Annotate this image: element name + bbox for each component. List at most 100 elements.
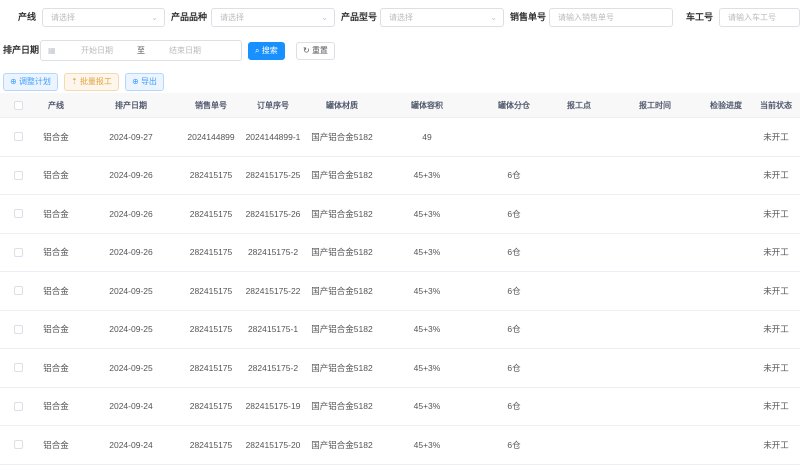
cell-status: 未开工	[763, 362, 789, 373]
cell-date: 2024-09-24	[109, 439, 153, 450]
cell-compartment: 6仓	[507, 439, 521, 450]
cell-status: 未开工	[763, 439, 789, 450]
cell-material: 国产铝合金5182	[311, 324, 373, 334]
cell-order: 282415175-19	[245, 401, 301, 411]
table-row[interactable]: 铝合金 2024-09-26 282415175 282415175-2 国产铝…	[0, 234, 800, 272]
table-row[interactable]: 铝合金 2024-09-24 282415175 282415175-19 国产…	[0, 388, 800, 426]
date-range-picker[interactable]: ▦ 开始日期 至 结束日期	[40, 40, 242, 61]
cell-volume: 45+3%	[413, 247, 441, 257]
header-report-time: 报工时间	[639, 101, 671, 110]
line-select[interactable]: 请选择 ⌄	[42, 8, 165, 27]
cell-date: 2024-09-26	[109, 170, 153, 180]
table-row[interactable]: 铝合金 2024-09-27 2024144899 2024144899-1 国…	[0, 118, 800, 157]
line-label: 产线	[18, 12, 37, 22]
cell-material: 国产铝合金5182	[311, 439, 373, 450]
header-material: 罐体材质	[326, 101, 358, 110]
adjust-plan-button[interactable]: ⊕ 调整计划	[3, 73, 58, 91]
cell-compartment: 6仓	[507, 170, 521, 180]
header-report-point: 报工点	[567, 101, 591, 110]
cell-status: 未开工	[763, 170, 789, 180]
header-volume: 罐体容积	[411, 101, 443, 110]
cell-date: 2024-09-27	[109, 131, 153, 142]
cell-compartment: 6仓	[507, 208, 521, 219]
table-header: 产线 排产日期 销售单号 订单序号 罐体材质 罐体容积 罐体分仓 报工点 报工时…	[0, 93, 800, 118]
cell-volume: 45+3%	[413, 401, 441, 411]
cell-sales: 282415175	[189, 170, 233, 180]
sales-input[interactable]: 请输入销售单号	[549, 8, 673, 27]
cell-material: 国产铝合金5182	[311, 401, 373, 411]
date-end: 结束日期	[169, 46, 201, 55]
export-button[interactable]: ⊕ 导出	[125, 73, 164, 91]
table-row[interactable]: 铝合金 2024-09-25 282415175 282415175-1 国产铝…	[0, 311, 800, 349]
cell-line: 铝合金	[43, 247, 69, 257]
row-checkbox[interactable]	[14, 132, 23, 141]
table-row[interactable]: 铝合金 2024-09-25 282415175 282415175-2 国产铝…	[0, 349, 800, 388]
cell-sales: 282415175	[189, 401, 233, 411]
calendar-icon: ▦	[48, 46, 56, 55]
cell-line: 铝合金	[43, 208, 69, 219]
table-row[interactable]: 铝合金 2024-09-25 282415175 282415175-22 国产…	[0, 272, 800, 311]
variety-select[interactable]: 请选择 ⌄	[211, 8, 335, 27]
refresh-icon: ↻	[303, 46, 310, 55]
select-all-checkbox[interactable]	[14, 101, 23, 110]
search-button[interactable]: ⌕ 搜索	[248, 42, 285, 60]
cell-status: 未开工	[763, 131, 789, 142]
export-icon: ⊕	[132, 77, 139, 86]
row-checkbox[interactable]	[14, 440, 23, 449]
cell-line: 铝合金	[43, 131, 69, 142]
variety-label: 产品品种	[171, 12, 208, 22]
row-checkbox[interactable]	[14, 363, 23, 372]
cell-sales: 282415175	[189, 285, 233, 296]
model-select[interactable]: 请选择 ⌄	[380, 8, 504, 27]
cell-order: 282415175-2	[247, 362, 299, 373]
date-separator: 至	[137, 46, 145, 55]
chevron-down-icon: ⌄	[321, 13, 328, 22]
header-compartment: 罐体分仓	[498, 101, 530, 110]
header-order: 订单序号	[257, 101, 289, 110]
row-checkbox[interactable]	[14, 324, 23, 334]
cell-order: 282415175-20	[245, 439, 301, 450]
header-sales: 销售单号	[195, 101, 227, 110]
cell-material: 国产铝合金5182	[311, 362, 373, 373]
cell-sales: 282415175	[189, 208, 233, 219]
model-label: 产品型号	[341, 12, 378, 22]
row-checkbox[interactable]	[14, 170, 23, 180]
table-row[interactable]: 铝合金 2024-09-26 282415175 282415175-26 国产…	[0, 195, 800, 234]
cell-status: 未开工	[763, 247, 789, 257]
cell-compartment: 6仓	[507, 401, 521, 411]
row-checkbox[interactable]	[14, 401, 23, 411]
cell-date: 2024-09-24	[109, 401, 153, 411]
cell-volume: 45+3%	[413, 439, 441, 450]
cell-date: 2024-09-25	[109, 362, 153, 373]
batch-report-button[interactable]: ⇡ 批量报工	[64, 73, 119, 91]
table-row[interactable]: 铝合金 2024-09-26 282415175 282415175-25 国产…	[0, 157, 800, 195]
cell-line: 铝合金	[43, 362, 69, 373]
cell-volume: 45+3%	[413, 170, 441, 180]
cell-sales: 282415175	[189, 247, 233, 257]
chevron-down-icon: ⌄	[151, 13, 158, 22]
cell-status: 未开工	[763, 401, 789, 411]
cell-status: 未开工	[763, 285, 789, 296]
search-icon: ⌕	[255, 46, 260, 55]
workno-input[interactable]: 请输入车工号	[719, 8, 800, 27]
cell-line: 铝合金	[43, 401, 69, 411]
cell-date: 2024-09-25	[109, 324, 153, 334]
row-checkbox[interactable]	[14, 209, 23, 218]
cell-volume: 45+3%	[413, 285, 441, 296]
chevron-down-icon: ⌄	[490, 13, 497, 22]
row-checkbox[interactable]	[14, 247, 23, 257]
cell-date: 2024-09-26	[109, 208, 153, 219]
header-date: 排产日期	[115, 101, 147, 110]
cell-compartment: 6仓	[507, 247, 521, 257]
cell-sales: 282415175	[189, 362, 233, 373]
sales-label: 销售单号	[510, 12, 547, 22]
cell-sales: 2024144899	[187, 131, 235, 142]
cell-material: 国产铝合金5182	[311, 247, 373, 257]
cell-order: 282415175-26	[245, 208, 301, 219]
header-status: 当前状态	[760, 101, 792, 110]
header-line: 产线	[48, 101, 64, 110]
reset-button[interactable]: ↻ 重置	[296, 42, 335, 60]
row-checkbox[interactable]	[14, 286, 23, 295]
table-row[interactable]: 铝合金 2024-09-24 282415175 282415175-20 国产…	[0, 426, 800, 465]
cell-order: 2024144899-1	[245, 131, 301, 142]
